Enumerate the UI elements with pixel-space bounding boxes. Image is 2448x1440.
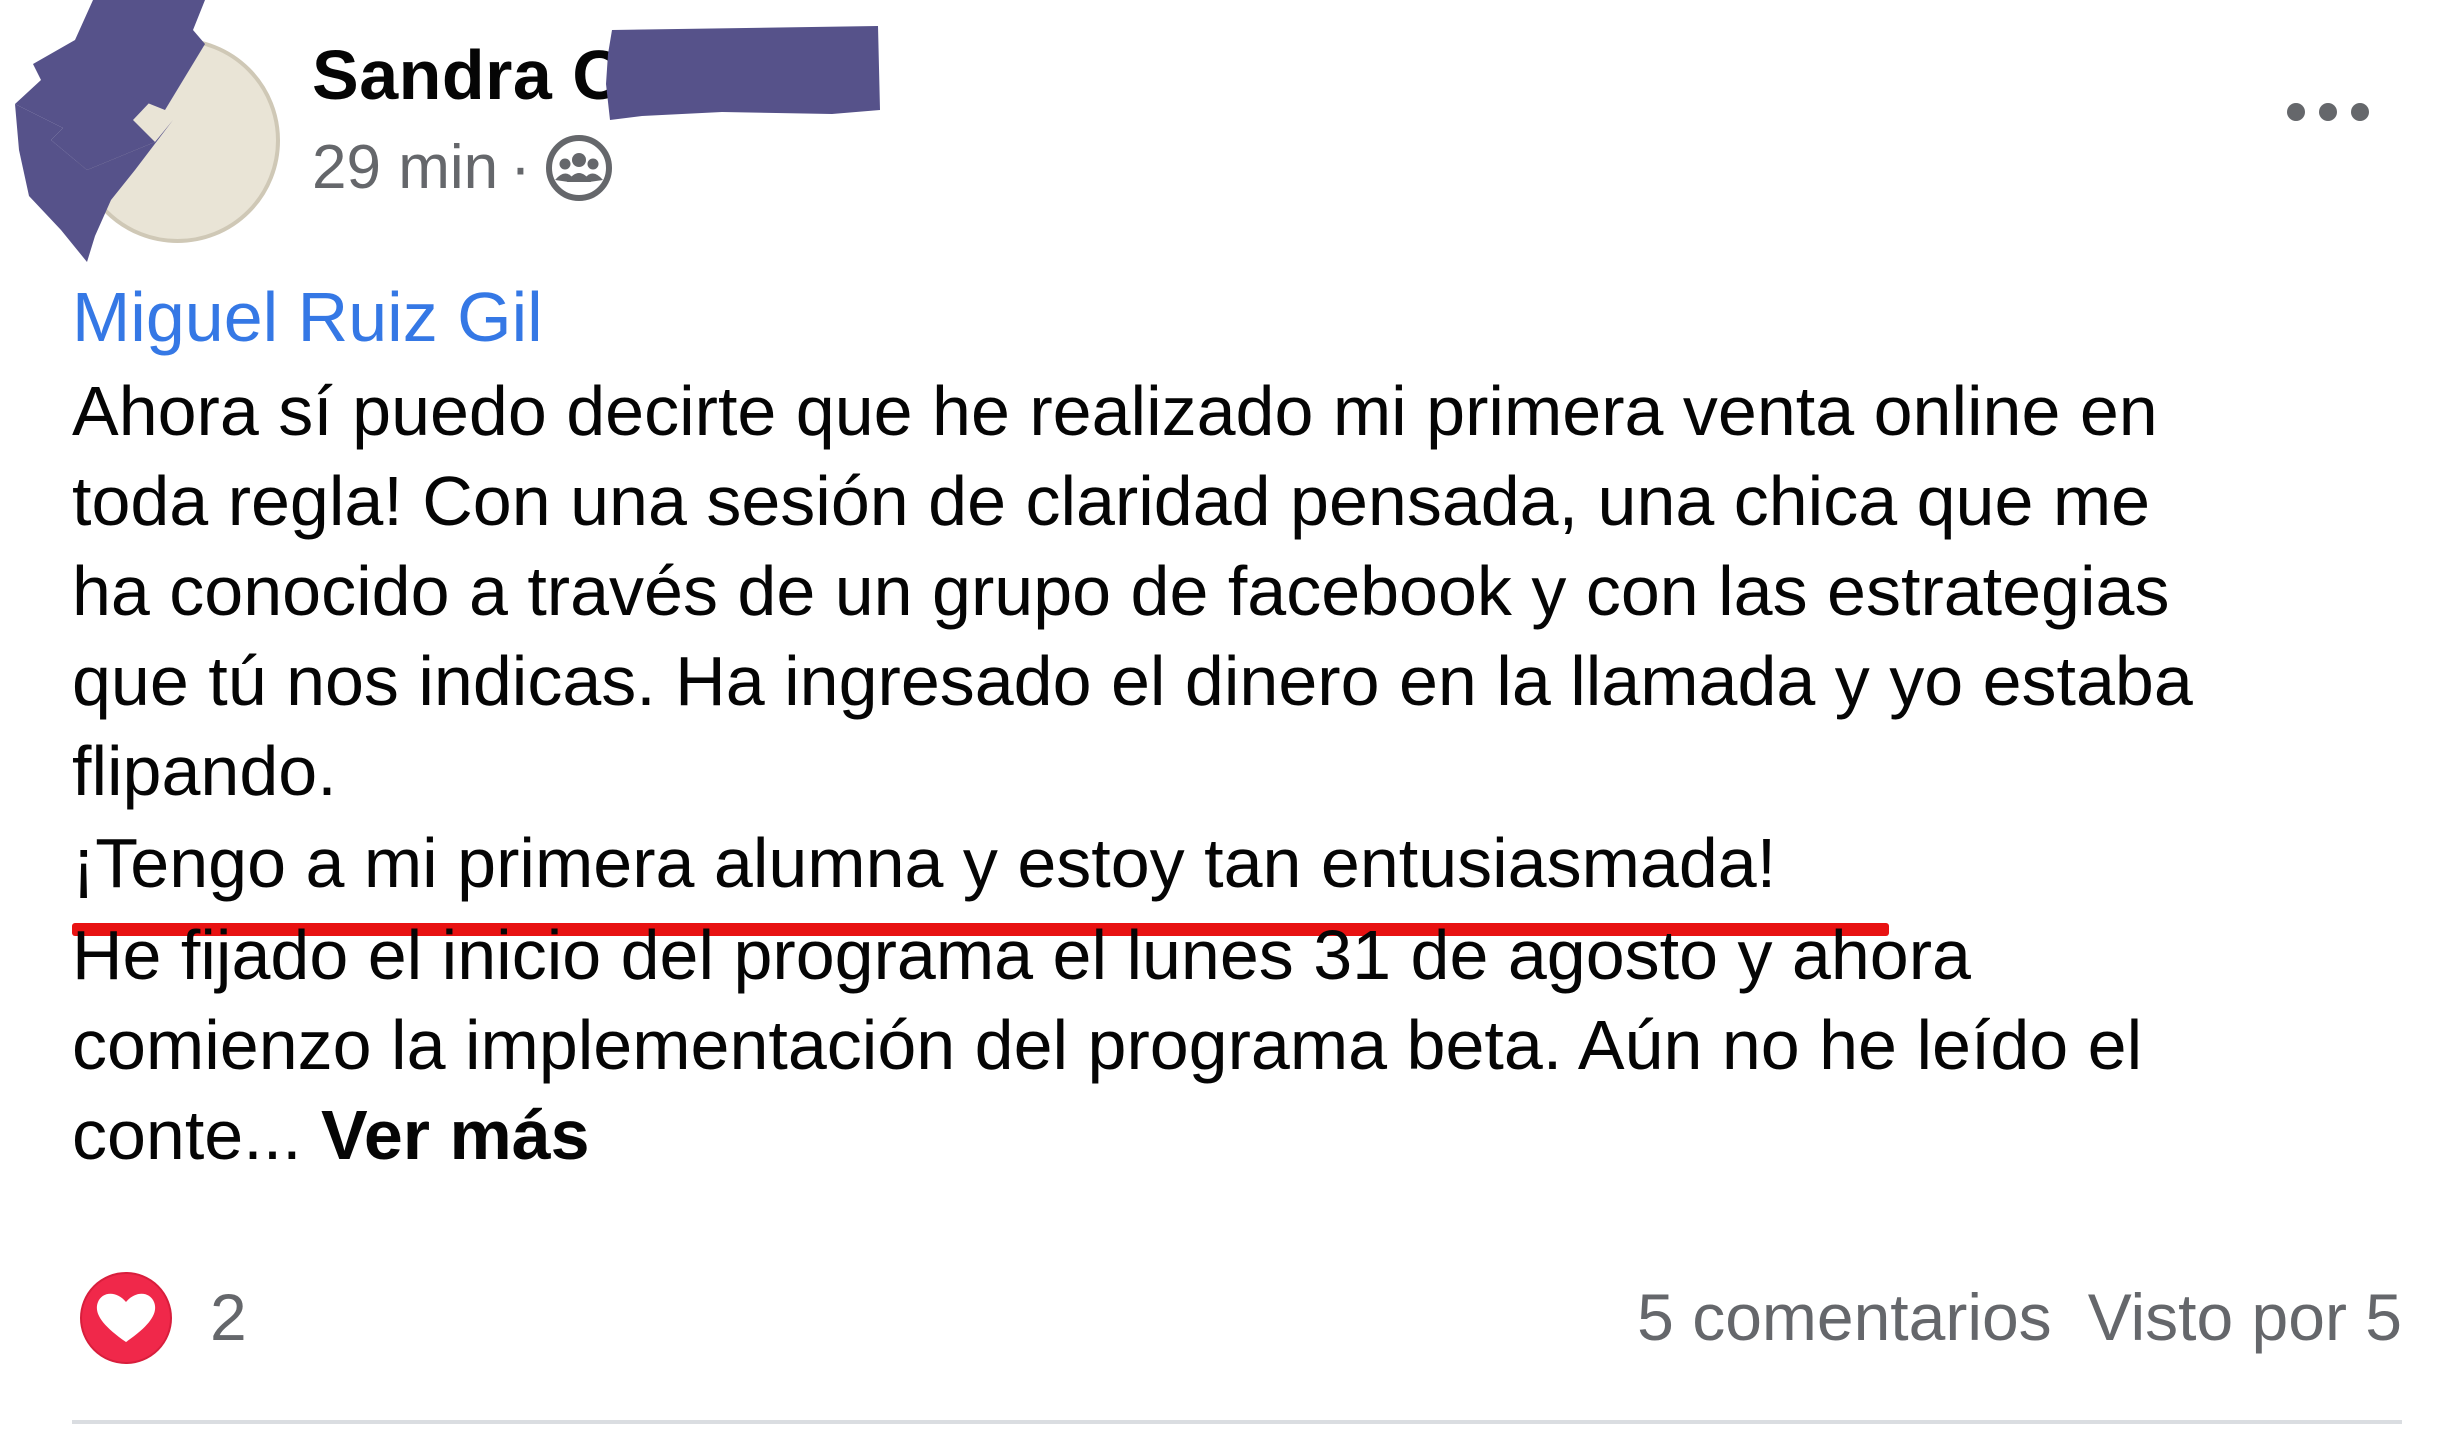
author-name[interactable]: Sandra C bbox=[312, 30, 623, 120]
highlighted-text-line: ¡Tengo a mi primera alumna y estoy tan e… bbox=[72, 824, 1777, 902]
more-options-button[interactable] bbox=[2258, 82, 2398, 142]
post-text-line: He fijado el inicio del programa el lune… bbox=[72, 916, 1971, 994]
post-text-line: ha conocido a través de un grupo de face… bbox=[72, 552, 2170, 630]
post-text-line: flipando. bbox=[72, 732, 337, 810]
seen-by-link[interactable]: Visto por 5 bbox=[2088, 1280, 2402, 1354]
post-stats: 5 comentarios Visto por 5 bbox=[1637, 1272, 2402, 1362]
truncated-text: conte... bbox=[72, 1096, 302, 1174]
author-avatar[interactable] bbox=[15, 0, 305, 270]
post-text-line: comienzo la implementación del programa … bbox=[72, 1006, 2143, 1084]
post-text-line: Ahora sí puedo decirte que he realizado … bbox=[72, 372, 2158, 450]
redaction-mark bbox=[15, 0, 205, 262]
comments-count-link[interactable]: 5 comentarios bbox=[1637, 1280, 2052, 1354]
post-timestamp[interactable]: 29 min bbox=[312, 128, 498, 208]
mention-link[interactable]: Miguel Ruiz Gil bbox=[72, 272, 543, 362]
post-meta: 29 min · bbox=[312, 128, 613, 208]
see-more-link[interactable]: Ver más bbox=[321, 1096, 590, 1174]
post-text-line-truncated: conte... Ver más bbox=[72, 1090, 590, 1180]
facebook-group-post: Sandra C 29 min · Miguel Ruiz Gil Ahora … bbox=[0, 0, 2448, 1440]
footer-divider bbox=[72, 1420, 2402, 1424]
ellipsis-icon bbox=[2287, 103, 2369, 121]
group-members-icon bbox=[545, 135, 612, 201]
post-text-line: toda regla! Con una sesión de claridad p… bbox=[72, 462, 2151, 540]
heart-love-icon[interactable] bbox=[78, 1270, 174, 1366]
reaction-count[interactable]: 2 bbox=[210, 1272, 247, 1362]
meta-separator: · bbox=[510, 133, 531, 202]
post-text-line: que tú nos indicas. Ha ingresado el dine… bbox=[72, 642, 2193, 720]
name-redaction-mark bbox=[606, 26, 880, 120]
